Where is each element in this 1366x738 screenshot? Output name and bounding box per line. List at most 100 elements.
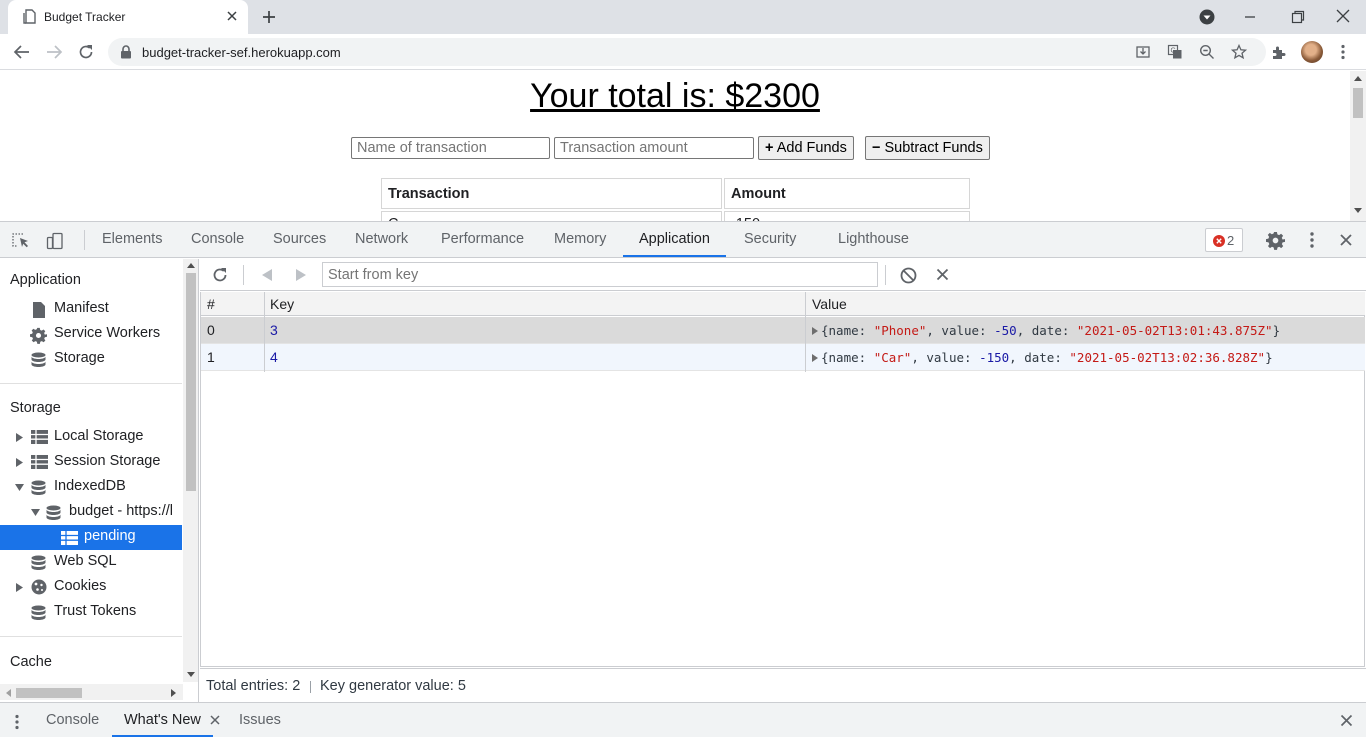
browser-toolbar: budget-tracker-sef.herokuapp.com G [0, 34, 1366, 70]
sidebar-item-pending[interactable]: pending [0, 525, 182, 550]
subtract-funds-button[interactable]: − Subtract Funds [865, 136, 990, 160]
scroll-up-arrow-icon[interactable] [187, 262, 195, 268]
scroll-right-arrow-icon[interactable] [171, 689, 177, 697]
tab-security[interactable]: Security [743, 222, 797, 257]
new-tab-icon[interactable] [260, 8, 278, 26]
sidebar-vertical-scrollbar[interactable] [183, 259, 198, 682]
value-name: "Phone" [873, 323, 927, 338]
error-count-badge[interactable]: 2 [1205, 228, 1243, 252]
sidebar-item-cookies[interactable]: Cookies [0, 575, 182, 600]
table-row[interactable]: 0 3 {name: "Phone", value: -50, date: "2… [201, 317, 1365, 344]
tab-sources[interactable]: Sources [272, 222, 327, 257]
add-funds-button[interactable]: + Add Funds [758, 136, 854, 160]
reload-icon[interactable] [77, 43, 95, 61]
scroll-left-arrow-icon[interactable] [5, 689, 11, 697]
sidebar-item-trust-tokens[interactable]: Trust Tokens [0, 600, 182, 625]
transaction-amount-input[interactable] [554, 137, 754, 159]
install-icon[interactable] [1135, 44, 1151, 60]
inspect-element-icon[interactable] [11, 232, 31, 250]
tab-elements[interactable]: Elements [101, 222, 163, 257]
scrollbar-thumb[interactable] [16, 688, 82, 698]
sidebar-item-web-sql[interactable]: Web SQL [0, 550, 182, 575]
page-scrollbar[interactable] [1350, 71, 1366, 221]
sidebar-horizontal-scrollbar[interactable] [0, 684, 183, 700]
chrome-menu-icon[interactable] [1340, 44, 1346, 60]
start-from-key-input[interactable] [322, 262, 878, 287]
column-divider[interactable] [264, 292, 265, 372]
expand-arrow-icon[interactable] [16, 458, 23, 467]
scroll-up-arrow-icon[interactable] [1354, 75, 1362, 81]
forward-icon[interactable] [45, 43, 63, 61]
sidebar-item-label: pending [84, 528, 136, 544]
expand-arrow-icon[interactable] [812, 327, 818, 335]
extensions-icon[interactable] [1270, 44, 1287, 61]
zoom-icon[interactable] [1199, 44, 1215, 60]
close-tab-icon[interactable] [226, 10, 238, 22]
sidebar-item-budget-db[interactable]: budget - https://l [0, 500, 182, 525]
next-page-icon[interactable] [295, 269, 307, 281]
drawer-tab-whats-new[interactable]: What's New [112, 703, 213, 737]
row-value[interactable]: {name: "Phone", value: -50, date: "2021-… [812, 323, 1280, 338]
transaction-name-input[interactable] [351, 137, 550, 159]
drawer-menu-icon[interactable] [14, 714, 20, 730]
close-devtools-icon[interactable] [1339, 233, 1353, 247]
row-value[interactable]: {name: "Car", value: -150, date: "2021-0… [812, 350, 1273, 365]
column-header-index[interactable]: # [207, 296, 215, 312]
settings-gear-icon[interactable] [1266, 231, 1285, 250]
clear-object-store-icon[interactable] [900, 267, 917, 284]
drawer-tab-issues[interactable]: Issues [239, 703, 281, 737]
expand-arrow-icon[interactable] [812, 354, 818, 362]
sidebar-item-local-storage[interactable]: Local Storage [0, 425, 182, 450]
previous-page-icon[interactable] [261, 269, 273, 281]
minimize-icon[interactable] [1241, 8, 1259, 26]
delete-selected-icon[interactable] [936, 268, 949, 281]
drawer-tab-console[interactable]: Console [46, 703, 99, 737]
refresh-icon[interactable] [211, 266, 229, 284]
collapse-arrow-icon[interactable] [31, 509, 40, 516]
column-divider[interactable] [805, 292, 806, 372]
scroll-down-arrow-icon[interactable] [1354, 208, 1362, 214]
address-bar[interactable]: budget-tracker-sef.herokuapp.com G [108, 38, 1266, 66]
transaction-table: Transaction Amount C -150 [379, 176, 972, 221]
sidebar-item-indexeddb[interactable]: IndexedDB [0, 475, 182, 500]
lock-icon[interactable] [120, 45, 132, 59]
data-grid: # Key Value 0 3 {name: "Phone", value: -… [200, 292, 1365, 667]
row-key: 4 [270, 349, 278, 365]
indexeddb-view: # Key Value 0 3 {name: "Phone", value: -… [200, 259, 1366, 702]
sidebar-divider [0, 636, 182, 637]
scrollbar-thumb[interactable] [186, 273, 196, 491]
collapse-arrow-icon[interactable] [15, 484, 24, 491]
close-tab-icon[interactable] [210, 715, 220, 725]
column-header-key[interactable]: Key [270, 296, 294, 312]
sidebar-item-label: Cookies [54, 578, 107, 594]
database-icon [31, 555, 46, 571]
expand-arrow-icon[interactable] [16, 583, 23, 592]
devtools-menu-icon[interactable] [1309, 231, 1315, 249]
device-toolbar-icon[interactable] [46, 232, 64, 250]
translate-icon[interactable]: G [1167, 44, 1183, 60]
scrollbar-thumb[interactable] [1353, 88, 1363, 118]
profile-avatar[interactable] [1301, 41, 1323, 63]
browser-tab[interactable]: Budget Tracker [8, 0, 248, 34]
tab-network[interactable]: Network [354, 222, 409, 257]
sidebar-item-session-storage[interactable]: Session Storage [0, 450, 182, 475]
window-close-icon[interactable] [1334, 7, 1352, 25]
scroll-down-arrow-icon[interactable] [187, 672, 195, 678]
expand-arrow-icon[interactable] [16, 433, 23, 442]
sidebar-item-manifest[interactable]: Manifest [0, 297, 182, 322]
sidebar-item-service-workers[interactable]: Service Workers [0, 322, 182, 347]
restore-icon[interactable] [1289, 8, 1307, 26]
bookmark-star-icon[interactable] [1231, 44, 1247, 60]
close-drawer-icon[interactable] [1340, 714, 1353, 727]
table-row[interactable]: 1 4 {name: "Car", value: -150, date: "20… [201, 344, 1365, 371]
tab-search-icon[interactable] [1199, 9, 1215, 25]
back-icon[interactable] [13, 43, 31, 61]
column-header-value[interactable]: Value [812, 296, 847, 312]
tab-lighthouse[interactable]: Lighthouse [837, 222, 910, 257]
tab-application[interactable]: Application [623, 222, 726, 257]
tab-memory[interactable]: Memory [553, 222, 607, 257]
sidebar-item-storage[interactable]: Storage [0, 347, 182, 372]
tab-performance[interactable]: Performance [440, 222, 525, 257]
row-key: 3 [270, 322, 278, 338]
tab-console[interactable]: Console [190, 222, 245, 257]
